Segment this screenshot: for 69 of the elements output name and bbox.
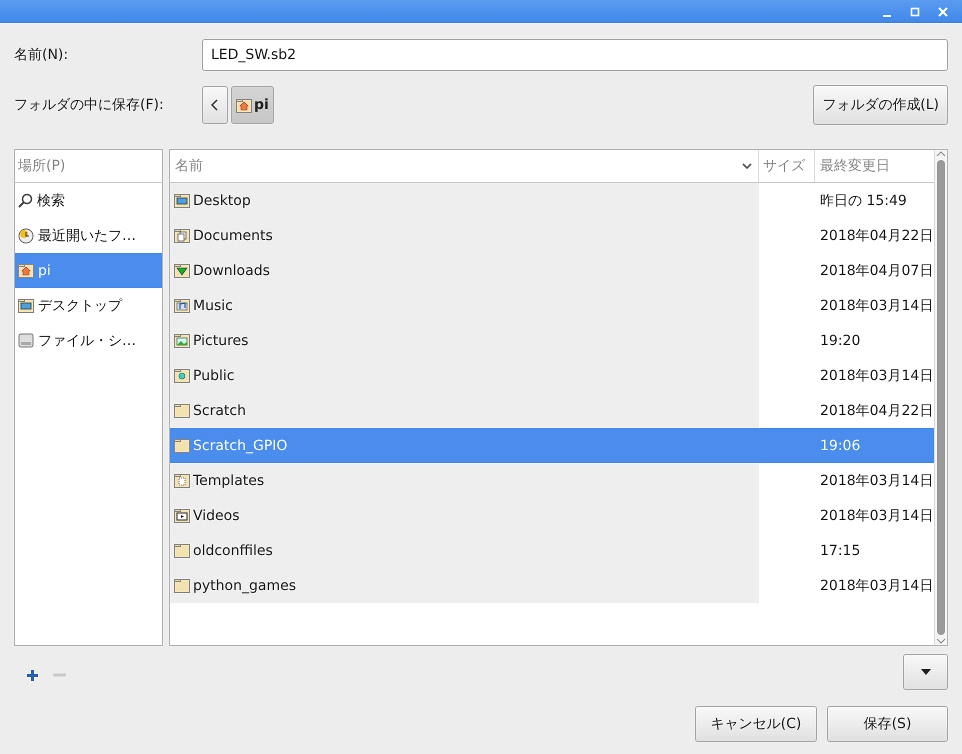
- folder-icon: [174, 578, 190, 593]
- scrollbar[interactable]: [934, 150, 947, 645]
- file-name: Pictures: [193, 332, 248, 348]
- maximize-icon: [909, 6, 921, 18]
- modified-date: 19:06: [820, 438, 860, 454]
- templates-folder-icon: [174, 473, 190, 488]
- column-header[interactable]: サイズ: [759, 150, 815, 182]
- places-item[interactable]: 検索: [15, 183, 162, 218]
- modified-date: 2018年04月22日: [820, 402, 934, 420]
- documents-folder-icon: [174, 228, 190, 243]
- search-icon: [18, 193, 33, 208]
- desktop-folder-icon: [18, 298, 34, 313]
- home-folder-icon: [236, 98, 252, 112]
- modified-date: 2018年03月14日: [820, 576, 934, 594]
- scroll-up-icon[interactable]: [936, 150, 946, 158]
- modified-date: 昨日の 15:49: [820, 192, 907, 210]
- chevron-icon: [742, 162, 752, 170]
- drive-icon: [18, 333, 34, 348]
- path-button[interactable]: pi: [231, 86, 274, 124]
- minimize-icon: [883, 14, 891, 16]
- field-label: 名前(N):: [14, 46, 70, 64]
- places-item[interactable]: ファイル・シ…: [15, 323, 162, 358]
- file-name: Music: [193, 298, 233, 314]
- close-icon: [937, 6, 949, 18]
- add-icon[interactable]: [26, 668, 39, 682]
- file-name: Downloads: [193, 262, 270, 278]
- modified-date: 2018年03月14日: [820, 506, 934, 524]
- column-header[interactable]: 最終変更日: [815, 150, 934, 182]
- modified-date: 2018年03月14日: [820, 472, 934, 490]
- folder-icon: [174, 543, 190, 558]
- folder-icon: [174, 438, 190, 453]
- file-name: Public: [193, 368, 234, 384]
- caret-icon: [920, 669, 930, 675]
- file-name: oldconffiles: [193, 542, 273, 558]
- scroll-down-icon[interactable]: [936, 637, 946, 645]
- filename-field[interactable]: LED_SW.sb2: [202, 39, 948, 71]
- file-name: Documents: [193, 228, 273, 244]
- save-button[interactable]: 保存(S): [827, 706, 948, 742]
- public-folder-icon: [174, 368, 190, 383]
- chevron-left-icon: [211, 99, 219, 111]
- cancel-button[interactable]: キャンセル(C): [695, 706, 817, 742]
- dropdown-button[interactable]: [903, 654, 948, 690]
- videos-folder-icon: [174, 508, 190, 523]
- file-name: python_games: [193, 578, 296, 594]
- places-item[interactable]: デスクトップ: [15, 288, 162, 323]
- modified-date: 2018年04月07日: [820, 262, 934, 280]
- modified-date: 2018年03月14日: [820, 296, 934, 314]
- file-name: Templates: [193, 472, 264, 488]
- back-button[interactable]: [202, 86, 228, 124]
- folder-icon: [174, 403, 190, 418]
- downloads-folder-icon: [174, 263, 190, 278]
- home-folder-icon: [18, 263, 34, 278]
- file-name: Videos: [193, 508, 240, 524]
- field-label: フォルダの中に保存(F):: [14, 96, 165, 114]
- file-name: Desktop: [193, 192, 251, 208]
- pictures-folder-icon: [174, 333, 190, 348]
- column-header: 場所(P): [15, 150, 162, 183]
- create-folder-button[interactable]: フォルダの作成(L): [813, 85, 948, 125]
- file-name: Scratch_GPIO: [193, 438, 288, 454]
- places-item[interactable]: 最近開いたフ…: [15, 218, 162, 253]
- clock-icon: [18, 228, 34, 244]
- column-header[interactable]: 名前: [170, 150, 759, 182]
- music-folder-icon: [174, 298, 190, 313]
- modified-date: 19:20: [820, 332, 860, 348]
- desktop-folder-icon: [174, 193, 190, 208]
- modified-date: 2018年03月14日: [820, 366, 934, 384]
- modified-date: 17:15: [820, 542, 860, 558]
- modified-date: 2018年04月22日: [820, 226, 934, 244]
- file-name: Scratch: [193, 402, 246, 418]
